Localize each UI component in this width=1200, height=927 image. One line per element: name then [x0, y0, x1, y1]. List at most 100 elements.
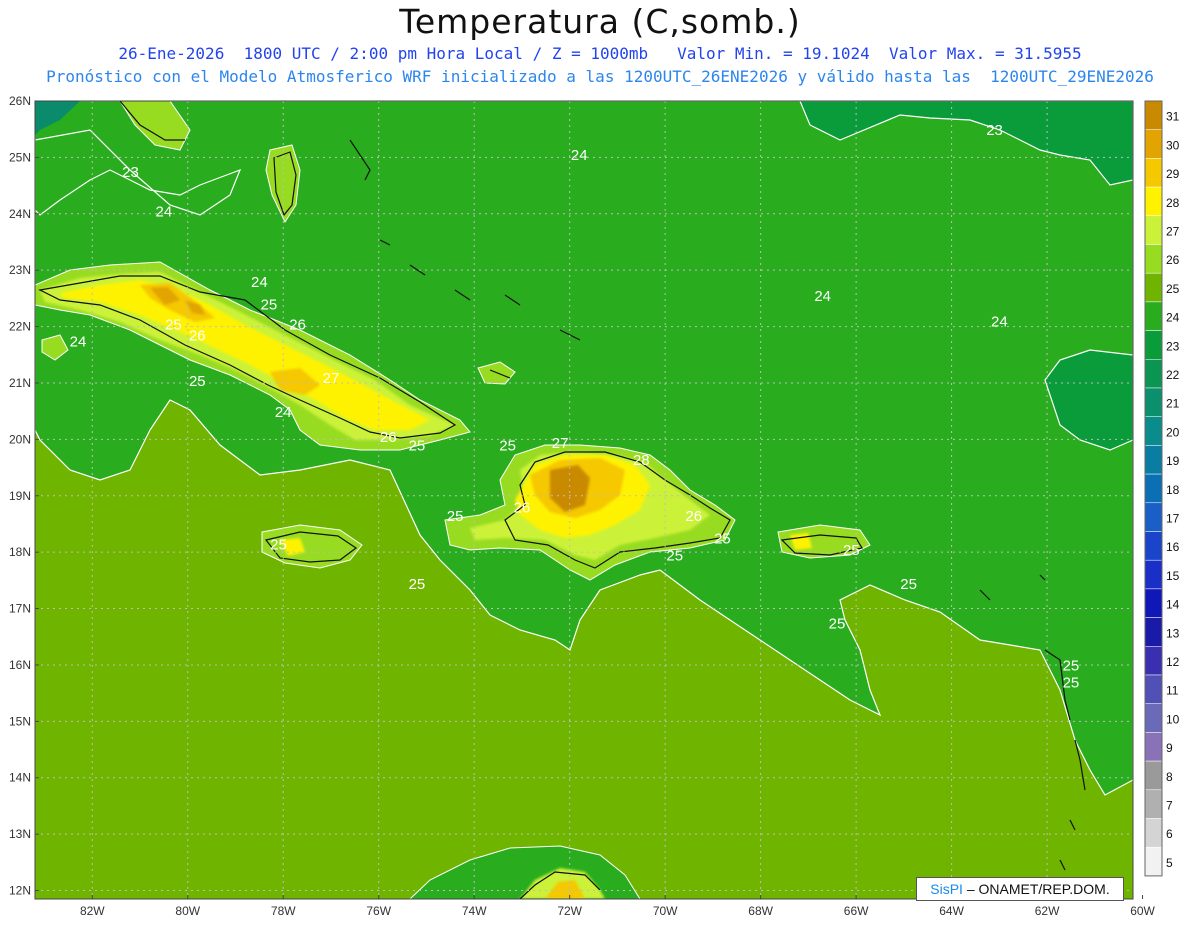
lat-label: 12N	[9, 884, 31, 898]
colorbar-label: 31	[1166, 110, 1180, 124]
lat-label: 19N	[9, 489, 31, 503]
contour-label: 25	[1063, 658, 1080, 675]
lon-label: 78W	[271, 904, 296, 918]
colorbar-swatch	[1144, 301, 1163, 331]
colorbar-swatch	[1144, 129, 1163, 159]
lat-label: 16N	[9, 658, 31, 672]
colorbar-swatch	[1144, 760, 1163, 791]
colorbar-swatch	[1144, 416, 1163, 446]
colorbar-swatch	[1144, 703, 1163, 733]
lon-label: 70W	[653, 904, 678, 918]
contour-label: 25	[409, 576, 426, 593]
colorbar-label: 16	[1166, 540, 1180, 554]
colorbar-label: 29	[1166, 167, 1180, 181]
lon-label: 80W	[175, 904, 200, 918]
colorbar-label: 23	[1166, 339, 1180, 353]
contour-label: 25	[900, 576, 917, 593]
contour-label: 24	[275, 404, 292, 421]
colorbar-swatch	[1144, 473, 1163, 504]
lon-label: 74W	[462, 904, 487, 918]
colorbar-swatch	[1144, 186, 1163, 217]
contour-label: 25	[1063, 675, 1080, 692]
contour-label: 25	[499, 438, 516, 455]
colorbar-label: 5	[1166, 856, 1173, 870]
lat-label: 22N	[9, 320, 31, 334]
contour-label: 24	[814, 288, 831, 305]
colorbar-label: 7	[1166, 799, 1173, 813]
contour-label: 25	[447, 508, 464, 525]
credit-box: SisPI – ONAMET/REP.DOM.	[916, 877, 1124, 901]
contour-label: 27	[323, 370, 340, 387]
colorbar-swatch	[1144, 387, 1163, 417]
colorbar-swatch	[1144, 732, 1163, 762]
colorbar-label: 9	[1166, 741, 1173, 755]
colorbar-swatch	[1144, 646, 1163, 676]
colorbar-swatch	[1144, 846, 1163, 877]
lon-label: 76W	[366, 904, 391, 918]
contour-label: 25	[261, 297, 278, 314]
lon-label: 68W	[748, 904, 773, 918]
contour-label: 23	[986, 122, 1003, 139]
colorbar-label: 26	[1166, 253, 1180, 267]
colorbar-swatch	[1144, 588, 1163, 618]
lon-label: 64W	[939, 904, 964, 918]
colorbar-label: 25	[1166, 282, 1180, 296]
colorbar-label: 27	[1166, 225, 1180, 239]
lon-label: 66W	[844, 904, 869, 918]
contour-label: 26	[189, 328, 206, 345]
latitude-labels: 26N 25N 24N 23N 22N 21N 20N 19N 18N 17N 16N 15N 14N 1…	[9, 94, 39, 898]
contour-label: 27	[552, 435, 569, 452]
colorbar-swatch	[1144, 158, 1163, 188]
colorbar-swatch	[1144, 818, 1163, 848]
contour-label: 25	[189, 373, 206, 390]
colorbar-swatch	[1144, 445, 1163, 475]
contour-label: 23	[122, 164, 139, 181]
contour-label: 25	[714, 531, 731, 548]
colorbar-label: 24	[1166, 311, 1180, 325]
colorbar-label: 28	[1166, 196, 1180, 210]
lat-label: 15N	[9, 714, 31, 728]
colorbar-label: 22	[1166, 368, 1180, 382]
lat-label: 13N	[9, 827, 31, 841]
contour-label: 25	[843, 542, 860, 559]
lon-label: 62W	[1035, 904, 1060, 918]
colorbar-swatch	[1144, 100, 1163, 130]
colorbar-swatch	[1144, 272, 1163, 303]
colorbar-swatch	[1144, 330, 1163, 360]
credit-text: – ONAMET/REP.DOM.	[962, 881, 1110, 897]
contour-label: 26	[380, 429, 397, 446]
colorbar-label: 18	[1166, 483, 1180, 497]
colorbar-label: 14	[1166, 598, 1180, 612]
contour-label: 26	[289, 316, 306, 333]
lat-label: 23N	[9, 263, 31, 277]
contour-label: 24	[251, 274, 268, 291]
colorbar-label: 15	[1166, 569, 1180, 583]
contour-label: 24	[571, 147, 588, 164]
colorbar-swatch	[1144, 559, 1163, 590]
sispi-brand: SisPI	[930, 881, 963, 897]
colorbar-swatch	[1144, 244, 1163, 274]
colorbar-swatch	[1144, 531, 1163, 561]
contour-label: 25	[829, 615, 846, 632]
colorbar-label: 10	[1166, 712, 1180, 726]
lat-label: 26N	[9, 94, 31, 108]
colorbar-label: 12	[1166, 655, 1180, 669]
colorbar-label: 8	[1166, 770, 1173, 784]
contour-label: 24	[156, 204, 173, 221]
lat-label: 24N	[9, 207, 31, 221]
lat-label: 21N	[9, 376, 31, 390]
colorbar-label: 21	[1166, 397, 1180, 411]
contour-label: 26	[514, 500, 531, 517]
colorbar-swatch	[1144, 789, 1163, 819]
lon-label: 72W	[557, 904, 582, 918]
colorbar-label: 19	[1166, 454, 1180, 468]
colorbar-label: 30	[1166, 138, 1180, 152]
colorbar-swatch	[1144, 359, 1163, 389]
contour-label: 24	[991, 314, 1008, 331]
map-panel: 232424252625262425 272426 25 25 27282625 2625…	[35, 101, 1133, 899]
colorbar-swatch	[1144, 502, 1163, 532]
contour-label: 25	[409, 438, 426, 455]
colorbar-swatch	[1144, 617, 1163, 647]
contour-label: 25	[666, 548, 683, 565]
colorbar-swatch	[1144, 215, 1163, 245]
